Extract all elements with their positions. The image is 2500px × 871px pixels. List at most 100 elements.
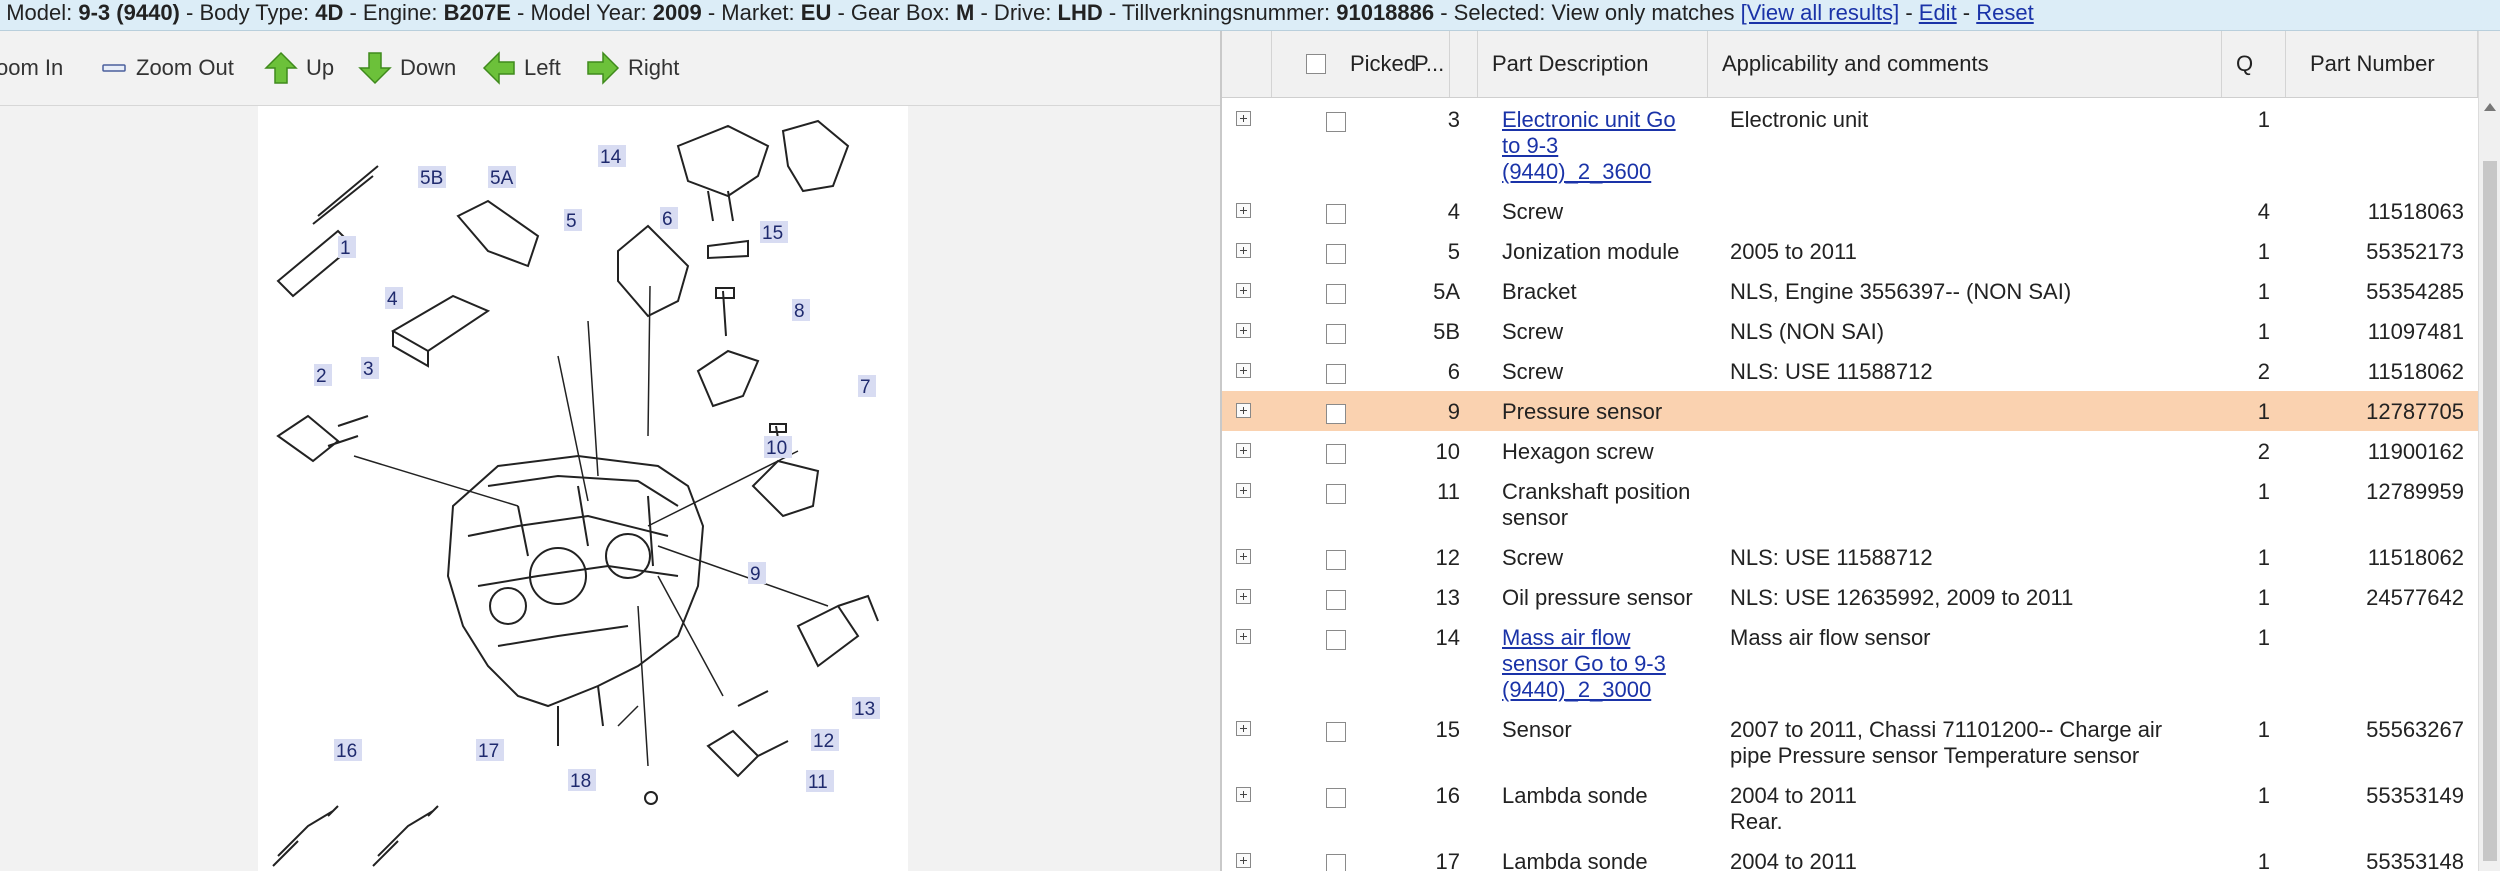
expand-row-icon[interactable] bbox=[1236, 363, 1251, 378]
table-scrollbar[interactable] bbox=[2478, 31, 2500, 871]
table-row[interactable]: 4 Screw 4 11518063 bbox=[1222, 191, 2478, 231]
pan-down-button[interactable]: Down bbox=[358, 52, 456, 85]
description-line: Screw bbox=[1502, 359, 1564, 384]
callout-10[interactable]: 10 bbox=[764, 436, 792, 459]
expand-row-icon[interactable] bbox=[1236, 629, 1251, 644]
description-line[interactable]: Mass air flow bbox=[1502, 625, 1666, 651]
part-description-link[interactable]: Mass air flow sensor Go to 9-3 (9440)_2_30… bbox=[1502, 625, 1666, 703]
description-line[interactable]: (9440)_2_3000 bbox=[1502, 677, 1666, 703]
header-pos[interactable]: P... bbox=[1400, 31, 1478, 97]
table-row[interactable]: 17 Lambda sonde 2004 to 2011Front. 1 5535314… bbox=[1222, 841, 2478, 871]
selected-value: View only matches bbox=[1551, 0, 1741, 25]
expand-row-icon[interactable] bbox=[1236, 853, 1251, 868]
expand-row-icon[interactable] bbox=[1236, 243, 1251, 258]
cell-quantity: 4 bbox=[2257, 199, 2270, 224]
callout-16[interactable]: 16 bbox=[334, 739, 362, 762]
expand-row-icon[interactable] bbox=[1236, 549, 1251, 564]
description-line[interactable]: sensor Go to 9-3 bbox=[1502, 651, 1666, 677]
picked-checkbox[interactable] bbox=[1326, 204, 1346, 224]
header-quantity[interactable]: Q bbox=[2222, 31, 2286, 97]
table-row[interactable]: 15 Sensor 2007 to 2011, Chassi 71101200-- … bbox=[1222, 709, 2478, 775]
expand-row-icon[interactable] bbox=[1236, 589, 1251, 604]
cell-applicability: 2004 to 2011 Rear. bbox=[1730, 783, 1857, 835]
callout-18[interactable]: 18 bbox=[568, 769, 596, 792]
table-row[interactable]: 10 Hexagon screw 2 11900162 bbox=[1222, 431, 2478, 471]
picked-checkbox[interactable] bbox=[1326, 722, 1346, 742]
expand-row-icon[interactable] bbox=[1236, 483, 1251, 498]
callout-11[interactable]: 11 bbox=[806, 770, 834, 793]
table-row[interactable]: 14 Mass air flow sensor Go to 9-3 (9440)_2_… bbox=[1222, 617, 2478, 709]
table-row[interactable]: 5 Jonization module 2005 to 2011 1 55352173 bbox=[1222, 231, 2478, 271]
picked-checkbox[interactable] bbox=[1326, 284, 1346, 304]
expand-row-icon[interactable] bbox=[1236, 323, 1251, 338]
expand-row-icon[interactable] bbox=[1236, 721, 1251, 736]
picked-checkbox[interactable] bbox=[1326, 324, 1346, 344]
cell-position: 16 bbox=[1435, 783, 1460, 808]
description-line[interactable]: Electronic unit Go bbox=[1502, 107, 1676, 133]
picked-checkbox[interactable] bbox=[1326, 364, 1346, 384]
picked-checkbox[interactable] bbox=[1326, 630, 1346, 650]
table-row[interactable]: 6 Screw NLS: USE 11588712 2 11518062 bbox=[1222, 351, 2478, 391]
callout-5[interactable]: 5 bbox=[564, 209, 582, 232]
callout-4[interactable]: 4 bbox=[385, 287, 403, 310]
expand-row-icon[interactable] bbox=[1236, 111, 1251, 126]
table-row[interactable]: 9 Pressure sensor 1 12787705 bbox=[1222, 391, 2478, 431]
callout-6[interactable]: 6 bbox=[660, 207, 678, 230]
expand-row-icon[interactable] bbox=[1236, 283, 1251, 298]
cell-applicability: NLS (NON SAI) bbox=[1730, 319, 1884, 345]
view-all-link[interactable]: [View all results] bbox=[1741, 0, 1900, 25]
model-label: : Model: bbox=[0, 0, 79, 25]
description-line[interactable]: to 9-3 bbox=[1502, 133, 1676, 159]
expand-row-icon[interactable] bbox=[1236, 787, 1251, 802]
table-row[interactable]: 5B Screw NLS (NON SAI) 1 11097481 bbox=[1222, 311, 2478, 351]
table-row[interactable]: 11 Crankshaft position sensor 1 12789959 bbox=[1222, 471, 2478, 537]
callout-12[interactable]: 12 bbox=[811, 729, 839, 752]
picked-checkbox[interactable] bbox=[1326, 590, 1346, 610]
parts-diagram[interactable]: 1 2 3 4 5 6 7 8 9 10 11 12 13 14 15 16 1… bbox=[258, 106, 908, 871]
picked-checkbox[interactable] bbox=[1326, 550, 1346, 570]
table-row[interactable]: 16 Lambda sonde 2004 to 2011 Rear. 1 55353149 bbox=[1222, 775, 2478, 841]
callout-7[interactable]: 7 bbox=[858, 375, 876, 398]
table-row[interactable]: 13 Oil pressure sensor NLS: USE 12635992, … bbox=[1222, 577, 2478, 617]
callout-9[interactable]: 9 bbox=[748, 562, 766, 585]
callout-13[interactable]: 13 bbox=[852, 697, 880, 720]
picked-checkbox[interactable] bbox=[1326, 854, 1346, 871]
edit-link[interactable]: Edit bbox=[1919, 0, 1957, 25]
callout-14[interactable]: 14 bbox=[598, 145, 626, 168]
callout-15[interactable]: 15 bbox=[760, 221, 788, 244]
scroll-up-icon[interactable] bbox=[2484, 103, 2496, 111]
callout-17[interactable]: 17 bbox=[476, 739, 504, 762]
description-line[interactable]: (9440)_2_3600 bbox=[1502, 159, 1676, 185]
picked-checkbox[interactable] bbox=[1326, 788, 1346, 808]
table-row[interactable]: 12 Screw NLS: USE 11588712 1 11518062 bbox=[1222, 537, 2478, 577]
picked-checkbox[interactable] bbox=[1326, 444, 1346, 464]
callout-5b[interactable]: 5B bbox=[418, 166, 446, 189]
callout-2[interactable]: 2 bbox=[314, 364, 332, 387]
header-applicability[interactable]: Applicability and comments bbox=[1708, 31, 2222, 97]
zoom-out-button[interactable]: Zoom Out bbox=[102, 53, 234, 83]
picked-checkbox[interactable] bbox=[1326, 112, 1346, 132]
picked-checkbox[interactable] bbox=[1326, 404, 1346, 424]
header-description[interactable]: Part Description bbox=[1478, 31, 1708, 97]
table-row[interactable]: 3 Electronic unit Go to 9-3 (9440)_2_3600 El… bbox=[1222, 99, 2478, 191]
picked-checkbox[interactable] bbox=[1326, 484, 1346, 504]
scroll-thumb[interactable] bbox=[2483, 161, 2497, 861]
callout-8[interactable]: 8 bbox=[792, 299, 810, 322]
callout-3[interactable]: 3 bbox=[361, 357, 379, 380]
header-part-number[interactable]: Part Number bbox=[2286, 31, 2478, 97]
pan-up-button[interactable]: Up bbox=[264, 51, 334, 84]
expand-row-icon[interactable] bbox=[1236, 203, 1251, 218]
part-description-link[interactable]: Electronic unit Go to 9-3 (9440)_2_3600 bbox=[1502, 107, 1676, 185]
table-row[interactable]: 5A Bracket NLS, Engine 3556397-- (NON SAI)… bbox=[1222, 271, 2478, 311]
picked-checkbox[interactable] bbox=[1326, 244, 1346, 264]
expand-row-icon[interactable] bbox=[1236, 443, 1251, 458]
cell-description: Crankshaft position sensor bbox=[1502, 479, 1690, 531]
callout-1[interactable]: 1 bbox=[338, 236, 356, 259]
pan-right-button[interactable]: Right bbox=[586, 51, 679, 85]
select-all-checkbox[interactable] bbox=[1306, 54, 1326, 74]
reset-link[interactable]: Reset bbox=[1976, 0, 2033, 25]
zoom-in-button[interactable]: oom In bbox=[0, 53, 63, 83]
expand-row-icon[interactable] bbox=[1236, 403, 1251, 418]
pan-left-button[interactable]: Left bbox=[482, 51, 561, 85]
callout-5a[interactable]: 5A bbox=[488, 166, 516, 189]
